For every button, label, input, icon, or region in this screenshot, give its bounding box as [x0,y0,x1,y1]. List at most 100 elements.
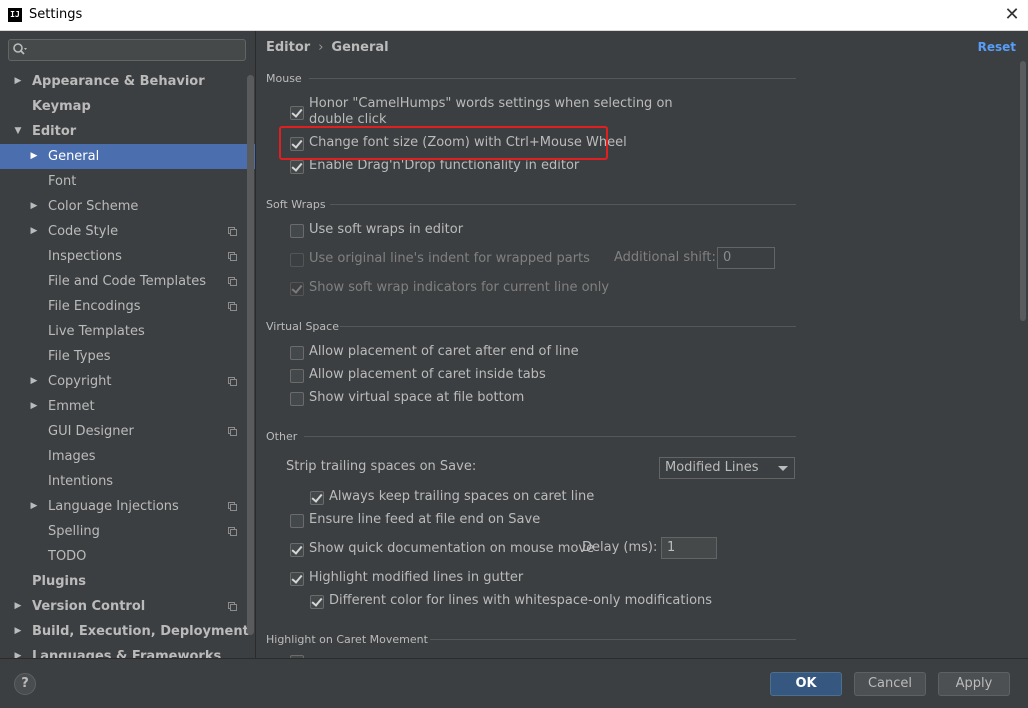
soft-wraps-checkbox[interactable] [290,224,304,238]
sidebar-item-keymap[interactable]: Keymap [0,94,255,119]
caret-inside-tabs-checkbox[interactable] [290,369,304,383]
sidebar-item-label: Languages & Frameworks [32,649,222,658]
sidebar-item-label: File and Code Templates [48,274,206,289]
collapsed-arrow-icon[interactable]: ▶ [29,369,39,394]
sidebar-scrollbar[interactable] [247,75,254,635]
settings-search-input[interactable] [31,41,241,59]
line-feed-label: Ensure line feed at file end on Save [309,512,541,527]
sidebar-item-label: Images [48,449,96,464]
search-icon[interactable] [12,42,28,58]
strip-trailing-value: Modified Lines [665,460,759,475]
sidebar-item-label: Spelling [48,524,100,539]
sidebar-item-label: Keymap [32,99,91,114]
sidebar-item-build-execution-deployment[interactable]: ▶ Build, Execution, Deployment [0,619,255,644]
project-scope-icon [228,377,237,386]
collapsed-arrow-icon[interactable]: ▶ [29,494,39,519]
cancel-button[interactable]: Cancel [854,672,926,696]
sidebar-item-label: Emmet [48,399,95,414]
delay-field[interactable]: 1 [661,537,717,559]
settings-search-box[interactable] [8,39,246,61]
sidebar-item-label: General [48,149,100,164]
sidebar-item-images[interactable]: Images [0,444,255,469]
virtual-space-bottom-checkbox[interactable] [290,392,304,406]
section-divider [304,436,796,437]
content-scrollbar[interactable] [1020,61,1026,321]
section-divider [330,204,796,205]
sidebar-item-emmet[interactable]: ▶ Emmet [0,394,255,419]
sidebar-item-copyright[interactable]: ▶ Copyright [0,369,255,394]
keep-trailing-label: Always keep trailing spaces on caret lin… [329,489,595,504]
collapsed-arrow-icon[interactable]: ▶ [29,219,39,244]
collapsed-arrow-icon[interactable]: ▶ [29,194,39,219]
additional-shift-field[interactable]: 0 [717,247,775,269]
section-divider [309,78,796,79]
section-divider [430,639,796,640]
project-scope-icon [228,602,237,611]
drag-drop-label: Enable Drag'n'Drop functionality in edit… [309,158,580,173]
sidebar-item-spelling[interactable]: Spelling [0,519,255,544]
quick-doc-checkbox[interactable] [290,543,304,557]
sidebar-item-color-scheme[interactable]: ▶ Color Scheme [0,194,255,219]
sidebar-item-label: Language Injections [48,499,179,514]
annotation-highlight-box [279,126,608,160]
sidebar-item-label: Plugins [32,574,86,589]
camel-humps-label-line1: Honor "CamelHumps" words settings when s… [309,96,673,111]
collapsed-arrow-icon[interactable]: ▶ [29,394,39,419]
sidebar-item-code-style[interactable]: ▶ Code Style [0,219,255,244]
sidebar-item-label: Code Style [48,224,119,239]
section-title-highlight-caret: Highlight on Caret Movement [266,633,428,646]
original-indent-checkbox[interactable] [290,253,304,267]
sidebar-item-live-templates[interactable]: Live Templates [0,319,255,344]
sidebar-item-general[interactable]: ▶ General [0,144,255,169]
sidebar-item-file-types[interactable]: File Types [0,344,255,369]
sidebar-item-languages-frameworks[interactable]: ▶ Languages & Frameworks [0,644,255,658]
project-scope-icon [228,277,237,286]
close-window-button[interactable]: ✕ [996,0,1028,30]
highlight-modified-checkbox[interactable] [290,572,304,586]
sidebar-item-file-encodings[interactable]: File Encodings [0,294,255,319]
sidebar-item-editor[interactable]: ▼ Editor [0,119,255,144]
drag-drop-checkbox[interactable] [290,160,304,174]
soft-wraps-label: Use soft wraps in editor [309,222,464,237]
collapsed-arrow-icon[interactable]: ▶ [13,594,23,619]
settings-sidebar: ▶ Appearance & Behavior Keymap ▼ Editor ▶ Gene… [0,31,256,658]
line-feed-checkbox[interactable] [290,514,304,528]
expanded-arrow-icon[interactable]: ▼ [13,119,23,144]
section-title-soft-wraps: Soft Wraps [266,198,326,211]
apply-button[interactable]: Apply [938,672,1010,696]
breadcrumb-current: General [331,40,389,55]
ok-button[interactable]: OK [770,672,842,696]
project-scope-icon [228,527,237,536]
camel-humps-checkbox[interactable] [290,106,304,120]
reset-link[interactable]: Reset [978,40,1016,54]
sidebar-item-font[interactable]: Font [0,169,255,194]
keep-trailing-checkbox[interactable] [310,491,324,505]
breadcrumb: Editor › General [266,40,389,55]
sidebar-item-gui-designer[interactable]: GUI Designer [0,419,255,444]
project-scope-icon [228,302,237,311]
intellij-app-icon: IJ [8,8,22,22]
dialog-footer: ? OK Cancel Apply [0,658,1028,708]
sidebar-item-label: Live Templates [48,324,145,339]
breadcrumb-parent: Editor [266,40,311,55]
collapsed-arrow-icon[interactable]: ▶ [13,69,23,94]
collapsed-arrow-icon[interactable]: ▶ [13,644,23,658]
soft-wrap-indicators-checkbox[interactable] [290,282,304,296]
sidebar-item-todo[interactable]: TODO [0,544,255,569]
sidebar-item-language-injections[interactable]: ▶ Language Injections [0,494,255,519]
collapsed-arrow-icon[interactable]: ▶ [29,144,39,169]
sidebar-item-version-control[interactable]: ▶ Version Control [0,594,255,619]
caret-after-end-checkbox[interactable] [290,346,304,360]
help-button[interactable]: ? [14,673,36,695]
sidebar-item-plugins[interactable]: Plugins [0,569,255,594]
sidebar-item-label: Build, Execution, Deployment [32,624,249,639]
sidebar-item-file-and-code-templates[interactable]: File and Code Templates [0,269,255,294]
sidebar-item-appearance-behavior[interactable]: ▶ Appearance & Behavior [0,69,255,94]
different-color-checkbox[interactable] [310,595,324,609]
collapsed-arrow-icon[interactable]: ▶ [13,619,23,644]
strip-trailing-combo[interactable]: Modified Lines [659,457,795,479]
sidebar-item-label: Inspections [48,249,122,264]
sidebar-item-label: Version Control [32,599,146,614]
sidebar-item-inspections[interactable]: Inspections [0,244,255,269]
sidebar-item-intentions[interactable]: Intentions [0,469,255,494]
